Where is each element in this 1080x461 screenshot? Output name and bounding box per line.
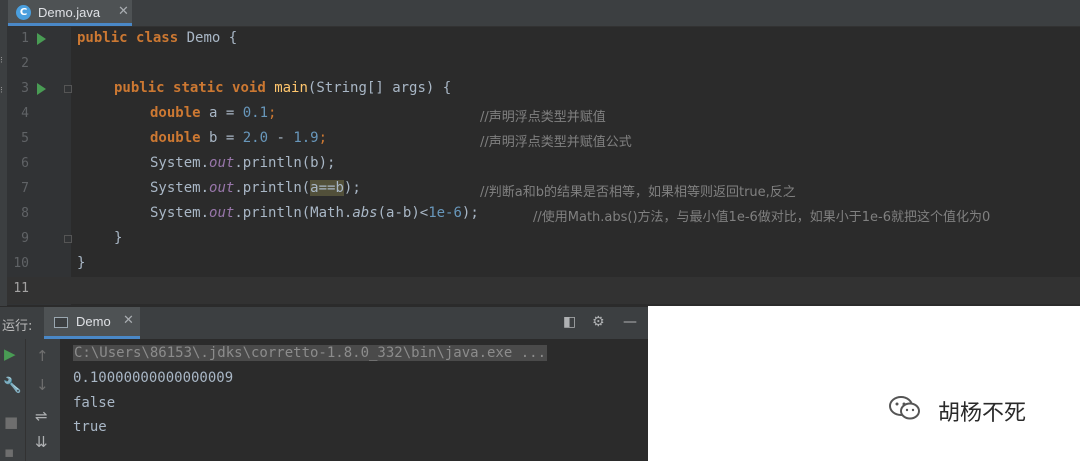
layout-icon[interactable]: ◧ — [563, 314, 576, 330]
close-icon[interactable]: ✕ — [118, 4, 129, 19]
line-number: 6 — [21, 156, 29, 171]
code-comment: //判断a和b的结果是否相等，如果相等则返回true,反之 — [480, 185, 796, 200]
code-text: } — [114, 230, 123, 246]
code-text: double b = 2.0 - 1.9; — [150, 130, 328, 146]
line-number: 5 — [21, 131, 29, 146]
line-number: 2 — [21, 56, 29, 71]
minimize-icon[interactable]: — — [623, 314, 637, 330]
code-line: 7 System.out.println(a==b); //判断a和b的结果是否… — [7, 177, 1080, 202]
code-line: 3 public static void main(String[] args)… — [7, 77, 1080, 102]
java-class-icon: C — [16, 5, 31, 20]
divider — [25, 339, 26, 461]
run-tab-name: Demo — [76, 314, 111, 329]
code-line-current: 11 — [7, 277, 1080, 304]
fold-icon[interactable] — [64, 85, 72, 93]
tab-filename: Demo.java — [38, 5, 101, 20]
run-label: 运行: — [2, 319, 33, 334]
up-arrow-icon[interactable]: ↑ — [36, 347, 49, 365]
code-text: public class Demo { — [77, 30, 238, 46]
code-line: 10 } — [7, 252, 1080, 277]
code-text: System.out.println(Math.abs(a-b)<1e-6); — [150, 205, 479, 221]
left-tool-strip: ⁝ ⁝ — [0, 26, 7, 306]
code-text: } — [77, 255, 86, 271]
code-line: 1 public class Demo { — [7, 27, 1080, 52]
run-main-icon[interactable] — [37, 83, 46, 95]
wrench-icon[interactable]: 🔧 — [3, 376, 22, 394]
run-side-toolbar: ▶ ↑ 🔧 ↓ ■ ⇌ ▪ ⇊ — [0, 339, 60, 461]
line-number: 11 — [13, 281, 29, 296]
console-line: 0.10000000000000009 — [73, 370, 234, 386]
code-line: 8 System.out.println(Math.abs(a-b)<1e-6)… — [7, 202, 1080, 227]
soft-wrap-icon[interactable]: ⇌ — [35, 407, 48, 425]
line-number: 8 — [21, 206, 29, 221]
console-command[interactable]: C:\Users\86153\.jdks\corretto-1.8.0_332\… — [73, 345, 548, 361]
code-text: System.out.println(b); — [150, 155, 336, 171]
run-tab-demo[interactable]: Demo ✕ — [44, 307, 140, 339]
code-line: 6 System.out.println(b); — [7, 152, 1080, 177]
run-class-icon[interactable] — [37, 33, 46, 45]
code-line: 4 double a = 0.1; //声明浮点类型并赋值 — [7, 102, 1080, 127]
line-number: 4 — [21, 106, 29, 121]
blank-area — [648, 306, 1080, 461]
debug-icon[interactable]: ▪ — [4, 443, 14, 461]
editor-tab-demo-java[interactable]: C Demo.java ✕ — [8, 0, 132, 26]
console-output[interactable]: C:\Users\86153\.jdks\corretto-1.8.0_332\… — [60, 339, 648, 461]
line-number: 7 — [21, 181, 29, 196]
code-text: double a = 0.1; — [150, 105, 277, 121]
line-number: 1 — [21, 31, 29, 46]
console-icon — [54, 317, 68, 328]
code-comment: //声明浮点类型并赋值 — [480, 110, 606, 125]
code-comment: //使用Math.abs()方法，与最小值1e-6做对比，如果小于1e-6就把这… — [533, 210, 991, 225]
editor-tab-bar: C Demo.java ✕ — [0, 0, 1080, 27]
line-number: 3 — [21, 81, 29, 96]
scroll-to-end-icon[interactable]: ⇊ — [35, 433, 48, 451]
code-comment: //声明浮点类型并赋值公式 — [480, 135, 632, 150]
code-text: System.out.println(a==b); — [150, 180, 361, 196]
code-editor[interactable]: 1 public class Demo { 2 3 public static … — [7, 27, 1080, 305]
console-line: false — [73, 395, 116, 411]
stop-icon[interactable]: ■ — [4, 413, 18, 431]
run-icon[interactable]: ▶ — [4, 345, 16, 363]
line-number: 9 — [21, 231, 29, 246]
close-icon[interactable]: ✕ — [123, 313, 134, 328]
down-arrow-icon[interactable]: ↓ — [36, 376, 49, 394]
code-line: 2 — [7, 52, 1080, 77]
fold-icon[interactable] — [64, 235, 72, 243]
code-line: 5 double b = 2.0 - 1.9; //声明浮点类型并赋值公式 — [7, 127, 1080, 152]
strip-mark: ⁝ — [0, 56, 3, 66]
code-text: public static void main(String[] args) { — [114, 80, 452, 96]
code-line: 9 } — [7, 227, 1080, 252]
wechat-icon — [889, 396, 920, 420]
run-panel-header: 运行: Demo ✕ ◧ ⚙ — — [0, 306, 648, 339]
watermark-text: 胡杨不死 — [938, 401, 1027, 426]
line-number: 10 — [13, 256, 29, 271]
gear-icon[interactable]: ⚙ — [592, 314, 605, 330]
strip-mark: ⁝ — [0, 86, 3, 96]
console-line: true — [73, 419, 107, 435]
